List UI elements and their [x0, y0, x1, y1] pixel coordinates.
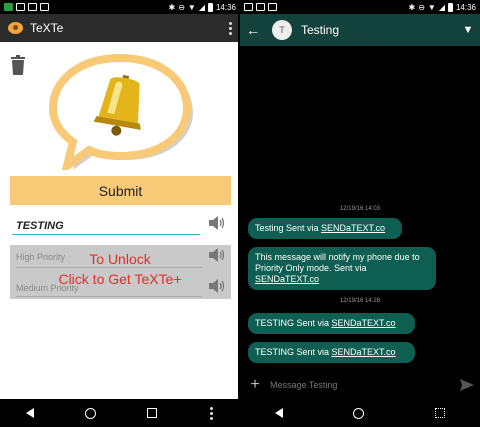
message-date: 12/19/16 14:03 — [339, 206, 381, 212]
battery-icon — [207, 2, 213, 12]
wifi-icon: ▼ — [187, 2, 196, 12]
unlock-promo[interactable]: To Unlock Click to Get TeXTe+ — [0, 249, 240, 289]
message-text: TESTING Sent via — [255, 347, 332, 357]
app-title: TeXTe — [30, 21, 64, 35]
message-link[interactable]: SENDaTEXT.co — [255, 274, 319, 284]
recents-nav-icon[interactable] — [147, 408, 158, 418]
texte-screen: ✱ ⊖ ▼ ◢ 14:36 TeXTe Submit TESTING High … — [0, 0, 240, 427]
add-attachment-icon[interactable]: + — [240, 376, 270, 394]
home-nav-icon[interactable] — [353, 407, 365, 419]
message-link[interactable]: SENDaTEXT.co — [332, 347, 396, 357]
back-nav-icon[interactable] — [25, 408, 34, 418]
app-bar: TeXTe — [0, 14, 240, 42]
conversation-header: ← T Testing ▼ — [240, 14, 480, 46]
compose-input[interactable] — [270, 380, 454, 390]
overflow-menu-icon[interactable] — [220, 21, 240, 35]
signal-icon: ◢ — [438, 2, 445, 12]
system-icons: ✱ ⊖ ▼ ◢ 14:36 — [168, 2, 236, 12]
status-time: 14:36 — [215, 2, 236, 12]
message-bubble[interactable]: Testing Sent via SENDaTEXT.co — [248, 218, 402, 239]
back-nav-icon[interactable] — [275, 408, 284, 418]
divider — [16, 296, 202, 297]
message-bubble[interactable]: This message will notify my phone due to… — [248, 247, 436, 290]
chevron-down-icon[interactable]: ▼ — [456, 24, 480, 36]
nav-menu-icon[interactable] — [208, 406, 214, 420]
avatar[interactable]: T — [272, 20, 292, 40]
signal-icon: ◢ — [198, 2, 205, 12]
status-bar: ✱ ⊖ ▼ ◢ 14:36 — [0, 0, 240, 14]
message-bubble[interactable]: TESTING Sent via SENDaTEXT.co — [248, 342, 415, 363]
navigation-bar — [0, 399, 240, 427]
image-notification-icon — [28, 3, 37, 11]
bluetooth-icon: ✱ — [168, 2, 176, 12]
message-text: This message will notify my phone due to… — [255, 252, 420, 273]
unlock-line-2[interactable]: Click to Get TeXTe+ — [0, 269, 240, 289]
conversation-title: Testing — [301, 23, 340, 37]
status-time: 14:36 — [455, 2, 476, 12]
send-icon[interactable] — [454, 379, 480, 391]
texte-logo-icon — [8, 22, 23, 34]
image-notification-icon — [256, 3, 265, 11]
notification-icons — [4, 3, 49, 11]
bluetooth-icon: ✱ — [408, 2, 416, 12]
status-bar: ✱ ⊖ ▼ ◢ 14:36 — [240, 0, 480, 14]
dnd-icon: ⊖ — [178, 2, 185, 12]
battery-icon — [447, 2, 453, 12]
trash-icon[interactable] — [10, 55, 26, 75]
image-notification-icon — [268, 3, 277, 11]
message-text: TESTING Sent via — [255, 318, 332, 328]
recents-nav-icon[interactable] — [434, 408, 445, 418]
compose-bar: + — [240, 372, 480, 398]
home-nav-icon[interactable] — [84, 407, 96, 419]
message-input[interactable]: TESTING — [12, 217, 200, 235]
speaker-icon[interactable] — [208, 215, 226, 231]
back-arrow-icon[interactable]: ← — [246, 22, 262, 38]
unlock-line-1[interactable]: To Unlock — [0, 249, 240, 269]
message-link[interactable]: SENDaTEXT.co — [321, 223, 385, 233]
wifi-icon: ▼ — [427, 2, 436, 12]
notification-icons — [244, 3, 277, 11]
message-link[interactable]: SENDaTEXT.co — [332, 318, 396, 328]
navigation-bar — [240, 399, 480, 427]
bell-notification-icon — [48, 53, 193, 170]
image-notification-icon — [16, 3, 25, 11]
message-text: Testing Sent via — [255, 223, 322, 233]
message-bubble[interactable]: TESTING Sent via SENDaTEXT.co — [248, 313, 415, 334]
dnd-icon: ⊖ — [418, 2, 425, 12]
system-icons: ✱ ⊖ ▼ ◢ 14:36 — [408, 2, 476, 12]
image-notification-icon — [40, 3, 49, 11]
submit-button[interactable]: Submit — [10, 176, 231, 205]
image-notification-icon — [244, 3, 253, 11]
app-notification-icon — [4, 3, 13, 11]
messages-screen: ✱ ⊖ ▼ ◢ 14:36 ← T Testing ▼ 12/19/16 14:… — [240, 0, 480, 427]
message-date: 12/19/16 14:28 — [339, 298, 381, 304]
